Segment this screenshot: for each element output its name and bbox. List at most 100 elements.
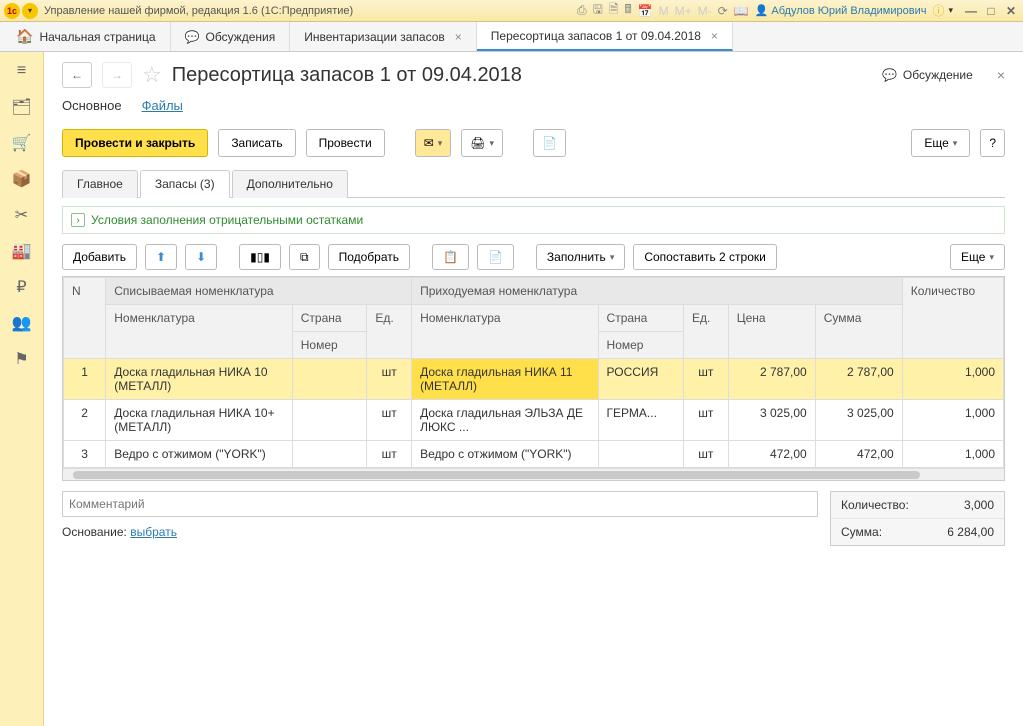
col-i-unit[interactable]: Ед. [683, 305, 728, 359]
subnav-main[interactable]: Основное [62, 98, 122, 113]
match-rows-button[interactable]: Сопоставить 2 строки [633, 244, 777, 270]
doc-icon[interactable]: 🗎 [609, 0, 619, 21]
tab-resort[interactable]: Пересортица запасов 1 от 09.04.2018 × [477, 22, 733, 51]
cell-w-unit[interactable]: шт [367, 359, 412, 400]
save-icon[interactable]: 🖫 [593, 0, 603, 21]
cell-i-nom[interactable]: Доска гладильная ЭЛЬЗА ДЕ ЛЮКС ... [412, 400, 598, 441]
cell-w-nom[interactable]: Доска гладильная НИКА 10+ (МЕТАЛЛ) [106, 400, 292, 441]
cell-w-unit[interactable]: шт [367, 400, 412, 441]
cell-qty[interactable]: 1,000 [902, 441, 1003, 468]
col-i-number[interactable]: Номер [598, 332, 683, 359]
col-price[interactable]: Цена [728, 305, 815, 359]
minimize-button[interactable]: — [963, 4, 979, 18]
col-sum[interactable]: Сумма [815, 305, 902, 359]
cell-w-country[interactable] [292, 400, 367, 441]
barcode-button[interactable]: ▮▯▮ [239, 244, 281, 270]
cell-i-unit[interactable]: шт [683, 359, 728, 400]
sidebar-box-icon[interactable]: 📦 [11, 168, 33, 190]
subnav-files[interactable]: Файлы [142, 98, 183, 113]
tab-inventory[interactable]: Инвентаризации запасов × [290, 22, 477, 51]
basis-select-link[interactable]: выбрать [130, 525, 177, 539]
comment-input[interactable] [62, 491, 818, 517]
sidebar-cart-icon[interactable]: 🛒 [11, 132, 33, 154]
paste-button[interactable]: 📄 [477, 244, 514, 270]
sidebar-people-icon[interactable]: 👥 [11, 312, 33, 334]
cell-i-country[interactable]: РОССИЯ [598, 359, 683, 400]
app-menu-dropdown[interactable]: ▾ [22, 3, 38, 19]
print-icon[interactable]: ⎙ [577, 3, 587, 18]
tab-home[interactable]: 🏠 Начальная страница [2, 22, 171, 51]
sidebar-card-icon[interactable]: 🗂 [11, 96, 33, 118]
fill-button[interactable]: Заполнить▾ [536, 244, 625, 270]
col-w-country[interactable]: Страна [292, 305, 367, 332]
nav-back-button[interactable]: ← [62, 62, 92, 88]
sidebar-money-icon[interactable]: ₽ [11, 276, 33, 298]
close-document-button[interactable]: × [997, 67, 1005, 83]
tab-discussions[interactable]: 💬 Обсуждения [171, 22, 291, 51]
col-qty[interactable]: Количество [902, 278, 1003, 359]
post-and-close-button[interactable]: Провести и закрыть [62, 129, 208, 157]
cell-price[interactable]: 2 787,00 [728, 359, 815, 400]
favorite-star-icon[interactable]: ☆ [142, 62, 162, 88]
select-items-button[interactable]: Подобрать [328, 244, 410, 270]
section-tab-main[interactable]: Главное [62, 170, 138, 198]
calendar-icon[interactable]: 📅 [638, 4, 653, 18]
table-scrollbar[interactable] [63, 468, 1004, 480]
sidebar-factory-icon[interactable]: 🏭 [11, 240, 33, 262]
add-row-button[interactable]: Добавить [62, 244, 137, 270]
tab-close-icon[interactable]: × [455, 30, 462, 44]
cell-i-country[interactable]: ГЕРМА... [598, 400, 683, 441]
m-plus-icon[interactable]: M+ [675, 4, 692, 18]
table-row[interactable]: 1Доска гладильная НИКА 10 (МЕТАЛЛ)штДоск… [64, 359, 1004, 400]
refresh-icon[interactable]: ⟳ [718, 4, 728, 18]
cell-w-unit[interactable]: шт [367, 441, 412, 468]
cell-price[interactable]: 3 025,00 [728, 400, 815, 441]
close-window-button[interactable]: ✕ [1003, 4, 1019, 18]
hint-expander[interactable]: › [71, 213, 85, 227]
col-w-unit[interactable]: Ед. [367, 305, 412, 359]
cell-w-nom[interactable]: Доска гладильная НИКА 10 (МЕТАЛЛ) [106, 359, 292, 400]
info-icon[interactable]: ⓘ [932, 2, 944, 19]
book-icon[interactable]: 📖 [734, 4, 749, 18]
discussion-button[interactable]: 💬 Обсуждение [882, 68, 973, 82]
cell-price[interactable]: 472,00 [728, 441, 815, 468]
col-i-country[interactable]: Страна [598, 305, 683, 332]
calc-icon[interactable]: 🖩 [625, 0, 632, 21]
m-minus-icon[interactable]: M- [698, 4, 712, 18]
save-button[interactable]: Записать [218, 129, 295, 157]
cell-w-country[interactable] [292, 441, 367, 468]
cell-w-nom[interactable]: Ведро с отжимом ("YORK") [106, 441, 292, 468]
cell-i-country[interactable] [598, 441, 683, 468]
m-icon[interactable]: M [659, 4, 669, 18]
more-actions-button[interactable]: Еще▾ [911, 129, 970, 157]
print-button[interactable]: 🖨▾ [461, 129, 503, 157]
table-more-button[interactable]: Еще▾ [950, 244, 1005, 270]
section-tab-inventory[interactable]: Запасы (3) [140, 170, 230, 198]
sidebar-menu-icon[interactable]: ≡ [11, 60, 33, 82]
cell-i-unit[interactable]: шт [683, 441, 728, 468]
cell-sum[interactable]: 3 025,00 [815, 400, 902, 441]
move-up-button[interactable]: ⬆ [145, 244, 177, 270]
email-button[interactable]: ✉▾ [415, 129, 452, 157]
help-button[interactable]: ? [980, 129, 1005, 157]
report-button[interactable]: 📄 [533, 129, 566, 157]
cell-i-nom[interactable]: Доска гладильная НИКА 11 (МЕТАЛЛ) [412, 359, 598, 400]
maximize-button[interactable]: □ [983, 4, 999, 18]
col-w-number[interactable]: Номер [292, 332, 367, 359]
nav-forward-button[interactable]: → [102, 62, 132, 88]
copy-button[interactable]: 📋 [432, 244, 469, 270]
cell-qty[interactable]: 1,000 [902, 400, 1003, 441]
section-tab-extra[interactable]: Дополнительно [232, 170, 348, 198]
col-n[interactable]: N [64, 278, 106, 359]
cell-sum[interactable]: 2 787,00 [815, 359, 902, 400]
cell-i-nom[interactable]: Ведро с отжимом ("YORK") [412, 441, 598, 468]
tab-close-icon[interactable]: × [711, 29, 718, 43]
post-button[interactable]: Провести [306, 129, 385, 157]
sidebar-flag-icon[interactable]: ⚑ [11, 348, 33, 370]
scan-button[interactable]: ⧉ [289, 244, 320, 270]
cell-qty[interactable]: 1,000 [902, 359, 1003, 400]
table-row[interactable]: 3Ведро с отжимом ("YORK")штВедро с отжим… [64, 441, 1004, 468]
current-user[interactable]: 👤 Абдулов Юрий Владимирович [755, 4, 927, 17]
cell-i-unit[interactable]: шт [683, 400, 728, 441]
dropdown-icon[interactable]: ▾ [948, 5, 953, 16]
